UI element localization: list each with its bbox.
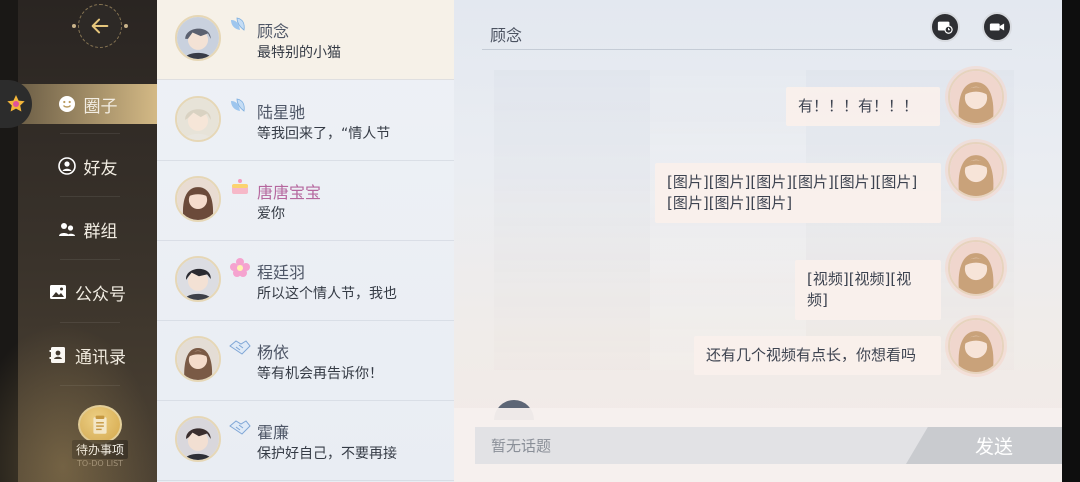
nav-label: 公众号 bbox=[75, 284, 126, 305]
sidebar-edge bbox=[0, 0, 18, 482]
chat-panel: 顾念 有！！！有！！！ [图片][图片][图片][图片][图片][图片][图片]… bbox=[454, 0, 1062, 482]
handshake-badge-icon bbox=[229, 340, 251, 355]
avatar bbox=[175, 15, 221, 61]
contact-name: 顾念 bbox=[257, 22, 290, 41]
last-message: 最特别的小猫 bbox=[257, 45, 341, 61]
image-icon bbox=[49, 283, 67, 301]
divider bbox=[482, 49, 1012, 50]
conversation-item[interactable]: 唐唐宝宝 爱你 bbox=[157, 161, 454, 241]
todo-button[interactable]: 待办事项 TO-DO LIST bbox=[70, 405, 130, 469]
contact-name: 唐唐宝宝 bbox=[257, 183, 322, 202]
avatar bbox=[175, 336, 221, 382]
topic-input[interactable]: 暂无话题 bbox=[475, 427, 945, 464]
nav-item-official-accounts[interactable]: 公众号 bbox=[18, 272, 157, 312]
contact-name: 杨依 bbox=[257, 343, 290, 362]
send-label: 发送 bbox=[974, 436, 1013, 458]
conversation-item[interactable]: 杨依 等有机会再告诉你！ bbox=[157, 321, 454, 401]
message-text: 还有几个视频有点长，你想看吗 bbox=[706, 346, 917, 364]
back-button[interactable] bbox=[78, 4, 122, 48]
nav-label: 群组 bbox=[83, 221, 118, 242]
message-bubble[interactable]: 有！！！有！！！ bbox=[786, 87, 940, 126]
divider bbox=[60, 196, 120, 197]
input-placeholder: 暂无话题 bbox=[491, 437, 552, 455]
avatar[interactable] bbox=[948, 318, 1004, 374]
avatar bbox=[175, 256, 221, 302]
avatar[interactable] bbox=[948, 240, 1004, 296]
video-icon bbox=[989, 23, 1005, 31]
handshake-badge-icon bbox=[229, 420, 251, 435]
conversation-item[interactable]: 程廷羽 所以这个情人节，我也 bbox=[157, 241, 454, 321]
nav-item-friends[interactable]: 好友 bbox=[18, 146, 157, 186]
notepad-icon bbox=[78, 405, 122, 444]
avatar bbox=[175, 416, 221, 462]
message-text: [视频][视频][视频] bbox=[807, 270, 912, 309]
cake-badge-icon bbox=[232, 179, 248, 194]
nav-item-groups[interactable]: 群组 bbox=[18, 209, 157, 249]
contact-name: 程廷羽 bbox=[257, 263, 306, 282]
message-bubble[interactable]: [图片][图片][图片][图片][图片][图片][图片][图片][图片] bbox=[655, 163, 941, 223]
wing-badge-icon bbox=[231, 98, 245, 112]
contact-name: 霍廉 bbox=[257, 423, 290, 442]
message-bubble[interactable]: 还有几个视频有点长，你想看吗 bbox=[694, 336, 941, 375]
last-message: 等有机会再告诉你！ bbox=[257, 366, 383, 382]
decor-dot bbox=[72, 24, 76, 28]
sidebar-nav: 圈子 好友 群组 公众号 通讯录 待办事项 TO-DO LIST bbox=[0, 0, 157, 482]
contact-name: 陆星驰 bbox=[257, 103, 306, 122]
conversation-item[interactable]: 顾念 最特别的小猫 bbox=[157, 0, 454, 80]
avatar[interactable] bbox=[948, 69, 1004, 125]
nav-item-circle[interactable]: 圈子 bbox=[18, 84, 157, 124]
nav-label: 圈子 bbox=[83, 96, 118, 117]
message-bubble[interactable]: [视频][视频][视频] bbox=[795, 260, 941, 320]
screen-edge bbox=[1062, 0, 1080, 482]
conversation-list: 顾念 最特别的小猫 陆星驰 等我回来了，“情人节 唐唐宝宝 爱你 程廷羽 所以这… bbox=[157, 0, 454, 482]
video-call-button[interactable] bbox=[982, 12, 1012, 42]
conversation-item[interactable]: 陆星驰 等我回来了，“情人节 bbox=[157, 81, 454, 161]
flower-badge-icon bbox=[230, 258, 250, 277]
arrow-left-icon bbox=[91, 18, 109, 34]
smile-icon bbox=[58, 95, 76, 113]
divider bbox=[60, 133, 120, 134]
divider bbox=[60, 385, 120, 386]
avatar bbox=[175, 176, 221, 222]
last-message: 等我回来了，“情人节 bbox=[257, 126, 391, 142]
clock-screen-button[interactable] bbox=[930, 12, 960, 42]
nav-label: 好友 bbox=[83, 158, 118, 179]
last-message: 所以这个情人节，我也 bbox=[257, 286, 397, 302]
nav-label: 通讯录 bbox=[75, 347, 126, 368]
todo-label: 待办事项 bbox=[71, 440, 128, 459]
avatar[interactable] bbox=[948, 142, 1004, 198]
star-icon bbox=[7, 95, 25, 112]
person-icon bbox=[57, 157, 76, 175]
decor-dot bbox=[124, 24, 128, 28]
divider bbox=[60, 259, 120, 260]
send-button[interactable]: 发送 bbox=[906, 427, 1062, 464]
wing-badge-icon bbox=[231, 17, 245, 31]
divider bbox=[60, 322, 120, 323]
conversation-item[interactable]: 霍廉 保护好自己，不要再接 bbox=[157, 401, 454, 481]
nav-item-address-book[interactable]: 通讯录 bbox=[18, 335, 157, 375]
screen-clock-icon bbox=[937, 21, 953, 34]
message-text: [图片][图片][图片][图片][图片][图片][图片][图片][图片] bbox=[667, 173, 918, 212]
todo-sublabel: TO-DO LIST bbox=[76, 459, 124, 468]
message-text: 有！！！有！！！ bbox=[798, 97, 919, 115]
contacts-icon bbox=[49, 346, 67, 364]
last-message: 爱你 bbox=[257, 206, 285, 222]
chat-title: 顾念 bbox=[490, 26, 523, 45]
avatar bbox=[175, 96, 221, 142]
input-bar: 暂无话题 发送 bbox=[454, 408, 1062, 482]
group-icon bbox=[58, 220, 76, 238]
last-message: 保护好自己，不要再接 bbox=[257, 446, 397, 462]
